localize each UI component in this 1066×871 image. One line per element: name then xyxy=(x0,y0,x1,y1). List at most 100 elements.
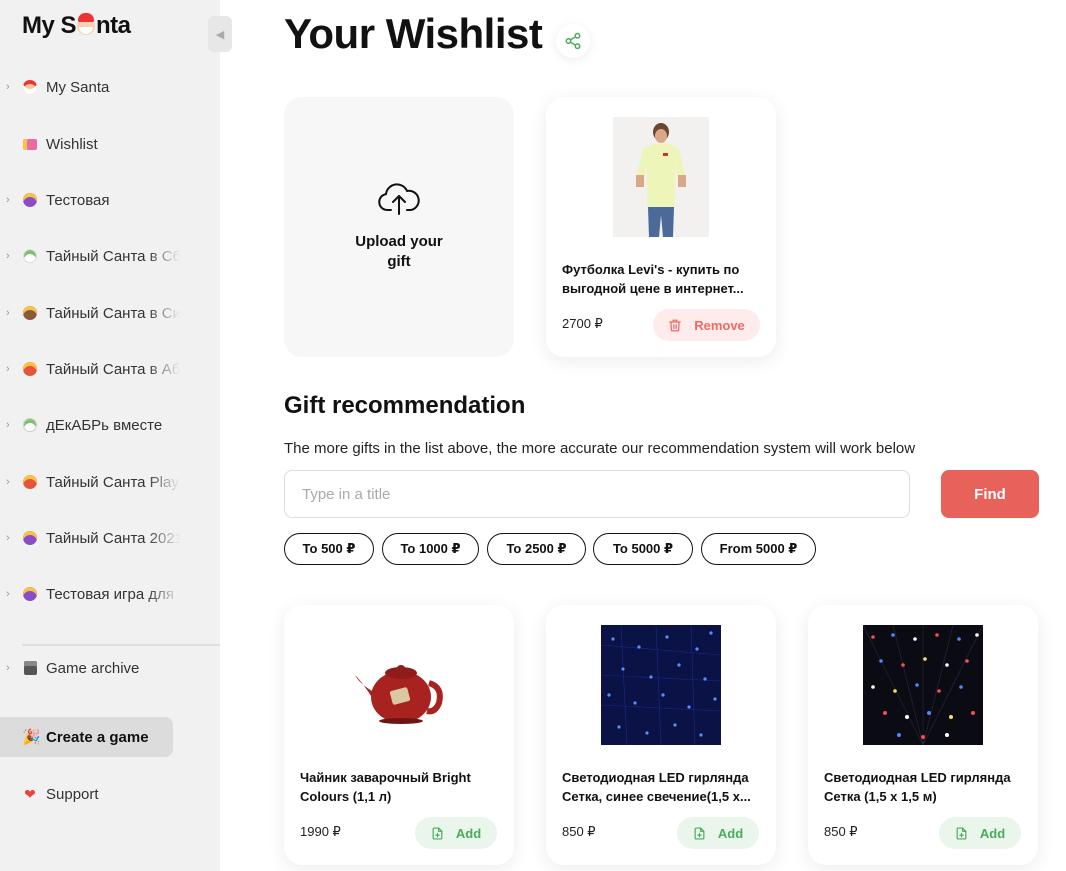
filter-chip-to-2500[interactable]: To 2500 ₽ xyxy=(487,533,586,565)
blue-garland-product-image xyxy=(601,625,721,745)
product-title[interactable]: Светодиодная LED гирлянда Сетка, синее с… xyxy=(562,768,762,806)
sidebar-item-game-archive[interactable]: › Game archive xyxy=(0,652,220,684)
sidebar-item-label: Wishlist xyxy=(46,135,98,153)
product-price: 850 ₽ xyxy=(562,824,596,839)
create-game-button[interactable]: 🎉 Create a game xyxy=(0,717,173,757)
product-price: 2700 ₽ xyxy=(562,316,603,331)
sidebar-item-game-6[interactable]: › Тайный Санта Play xyxy=(0,466,220,498)
sidebar-item-label: дЕкАБРь вместе xyxy=(46,416,163,434)
sidebar-item-game-1[interactable]: › Тестовая xyxy=(0,184,220,216)
chevron-right-icon[interactable]: › xyxy=(6,307,10,319)
wishlist-item-card: Футболка Levi's - купить по выгодной цен… xyxy=(546,97,776,357)
share-button[interactable] xyxy=(556,24,590,58)
gift-search-input[interactable] xyxy=(284,470,910,518)
gnome-avatar-icon xyxy=(22,474,38,490)
add-button[interactable]: Add xyxy=(415,817,497,849)
product-title[interactable]: Футболка Levi's - купить по выгодной цен… xyxy=(562,260,762,298)
product-card: Чайник заварочный Bright Colours (1,1 л)… xyxy=(284,605,514,865)
product-price: 850 ₽ xyxy=(824,824,858,839)
sidebar-item-game-3[interactable]: › Тайный Санта в Си xyxy=(0,297,220,329)
teapot-product-image xyxy=(339,625,459,745)
archive-box-icon xyxy=(22,660,38,676)
product-image[interactable] xyxy=(546,625,776,745)
santa-avatar-icon xyxy=(22,79,38,95)
heart-icon: ❤ xyxy=(24,785,36,802)
gnome-avatar-icon xyxy=(22,361,38,377)
sidebar-item-label: Тайный Санта в Си xyxy=(46,304,180,322)
sidebar-item-game-7[interactable]: › Тайный Санта 2021 xyxy=(0,522,220,554)
sidebar-item-support[interactable]: ❤ Support xyxy=(0,778,220,810)
snowman-avatar-icon xyxy=(22,248,38,264)
multicolor-garland-product-image xyxy=(863,625,983,745)
section-description: The more gifts in the list above, the mo… xyxy=(284,440,916,457)
add-button[interactable]: Add xyxy=(677,817,759,849)
sidebar-item-label: Тестовая игра для xyxy=(46,585,174,603)
sidebar-item-label: Тайный Санта в Сб xyxy=(46,247,180,265)
section-title: Gift recommendation xyxy=(284,392,526,419)
product-title[interactable]: Чайник заварочный Bright Colours (1,1 л) xyxy=(300,768,500,806)
chevron-right-icon[interactable]: › xyxy=(6,476,10,488)
add-label: Add xyxy=(455,825,482,841)
chevron-right-icon[interactable]: › xyxy=(6,662,10,674)
sidebar-item-label: Тайный Санта 2021 xyxy=(46,529,180,547)
filter-chip-to-1000[interactable]: To 1000 ₽ xyxy=(382,533,479,565)
product-title[interactable]: Светодиодная LED гирлянда Сетка (1,5 х 1… xyxy=(824,768,1024,806)
filter-chip-to-500[interactable]: To 500 ₽ xyxy=(284,533,374,565)
chevron-right-icon[interactable]: › xyxy=(6,194,10,206)
find-button[interactable]: Find xyxy=(941,470,1039,518)
purple-avatar-icon xyxy=(22,586,38,602)
gnome-avatar-icon xyxy=(22,305,38,321)
sidebar-item-my-santa[interactable]: › My Santa xyxy=(0,71,220,103)
add-button[interactable]: Add xyxy=(939,817,1021,849)
chevron-right-icon[interactable]: › xyxy=(6,588,10,600)
product-image[interactable] xyxy=(808,625,1038,745)
add-file-icon xyxy=(956,826,967,840)
chevron-right-icon[interactable]: › xyxy=(6,81,10,93)
remove-label: Remove xyxy=(694,317,745,333)
chevron-right-icon[interactable]: › xyxy=(6,250,10,262)
sidebar-item-label: Game archive xyxy=(46,659,140,677)
product-image[interactable] xyxy=(546,117,776,237)
party-popper-icon: 🎉 xyxy=(22,729,41,746)
chevron-right-icon[interactable]: › xyxy=(6,419,10,431)
product-price: 1990 ₽ xyxy=(300,824,341,839)
santa-logo-icon xyxy=(77,13,96,35)
upload-gift-card[interactable]: Upload your gift xyxy=(284,97,514,357)
app-logo[interactable]: My S nta xyxy=(22,12,131,40)
product-card: Светодиодная LED гирлянда Сетка, синее с… xyxy=(546,605,776,865)
filter-chip-from-5000[interactable]: From 5000 ₽ xyxy=(701,533,816,565)
create-game-label: Create a game xyxy=(46,728,149,746)
page-title: Your Wishlist xyxy=(284,10,543,57)
sidebar-item-label: Тайный Санта Play xyxy=(46,473,179,491)
add-file-icon xyxy=(694,826,705,840)
filter-chip-to-5000[interactable]: To 5000 ₽ xyxy=(593,533,693,565)
add-file-icon xyxy=(432,826,443,840)
sidebar-item-game-8[interactable]: › Тестовая игра для xyxy=(0,578,220,610)
trash-icon xyxy=(669,319,682,331)
logo-text-start: My S xyxy=(22,12,77,39)
add-label: Add xyxy=(717,825,744,841)
sidebar-divider xyxy=(22,644,220,646)
product-image[interactable] xyxy=(284,625,514,745)
purple-avatar-icon xyxy=(22,530,38,546)
product-card: Светодиодная LED гирлянда Сетка (1,5 х 1… xyxy=(808,605,1038,865)
deer-avatar-icon xyxy=(22,417,38,433)
gift-bag-icon xyxy=(22,136,38,152)
cloud-upload-icon xyxy=(378,183,420,215)
sidebar-item-label: Support xyxy=(46,785,99,803)
collapse-sidebar-button[interactable]: ◀ xyxy=(208,16,232,52)
tshirt-product-image xyxy=(613,117,709,237)
logo-text-end: nta xyxy=(96,12,131,39)
chevron-right-icon[interactable]: › xyxy=(6,532,10,544)
remove-button[interactable]: Remove xyxy=(653,309,760,341)
sidebar-item-game-5[interactable]: › дЕкАБРь вместе xyxy=(0,409,220,441)
sidebar-item-label: My Santa xyxy=(46,78,110,96)
share-icon xyxy=(565,32,581,50)
chevron-right-icon[interactable]: › xyxy=(6,363,10,375)
sidebar-item-game-4[interactable]: › Тайный Санта в Аб xyxy=(0,353,220,385)
sidebar-item-wishlist[interactable]: Wishlist xyxy=(0,128,220,160)
upload-gift-label: Upload your gift xyxy=(355,233,443,270)
purple-avatar-icon xyxy=(22,192,38,208)
sidebar-item-label: Тестовая xyxy=(46,191,110,209)
sidebar-item-game-2[interactable]: › Тайный Санта в Сб xyxy=(0,240,220,272)
